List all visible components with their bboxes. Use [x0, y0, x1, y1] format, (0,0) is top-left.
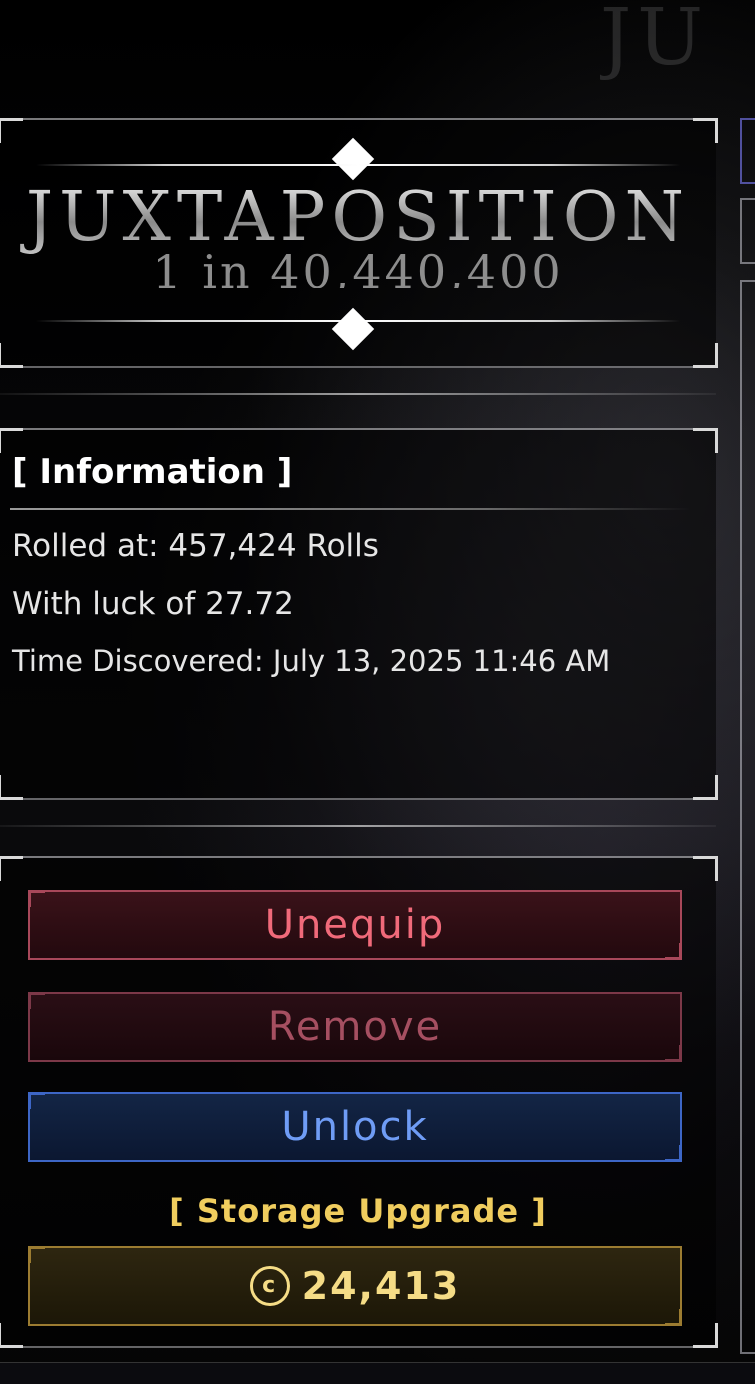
divider	[0, 393, 716, 395]
time-discovered-text: Time Discovered: July 13, 2025 11:46 AM	[12, 644, 611, 678]
rolled-at-text: Rolled at: 457,424 Rolls	[12, 528, 379, 564]
actions-panel: Unequip Remove Unlock [ Storage Upgrade …	[0, 856, 718, 1348]
storage-upgrade-button[interactable]: c 24,413	[28, 1246, 682, 1326]
unlock-button[interactable]: Unlock	[28, 1092, 682, 1162]
background-logo: JU	[600, 0, 710, 80]
coin-icon: c	[249, 1266, 290, 1306]
bottom-strip	[0, 1362, 755, 1384]
aura-title-panel: JUXTAPOSITION 1 in 40,440,400	[0, 118, 718, 368]
storage-upgrade-label: [ Storage Upgrade ]	[169, 1192, 547, 1230]
diamond-bottom-icon	[331, 307, 375, 351]
unequip-button[interactable]: Unequip	[28, 890, 682, 960]
information-title: [ Information ]	[12, 452, 293, 492]
remove-button[interactable]: Remove	[28, 992, 682, 1062]
storage-upgrade-cost: 24,413	[301, 1264, 461, 1308]
information-panel: [ Information ] Rolled at: 457,424 Rolls…	[0, 428, 718, 800]
divider	[0, 825, 716, 827]
aura-odds: 1 in 40,440,400	[152, 248, 564, 288]
information-divider	[10, 508, 690, 510]
diamond-top-icon	[331, 137, 375, 181]
aura-name: JUXTAPOSITION	[0, 178, 716, 258]
luck-text: With luck of 27.72	[12, 586, 294, 622]
